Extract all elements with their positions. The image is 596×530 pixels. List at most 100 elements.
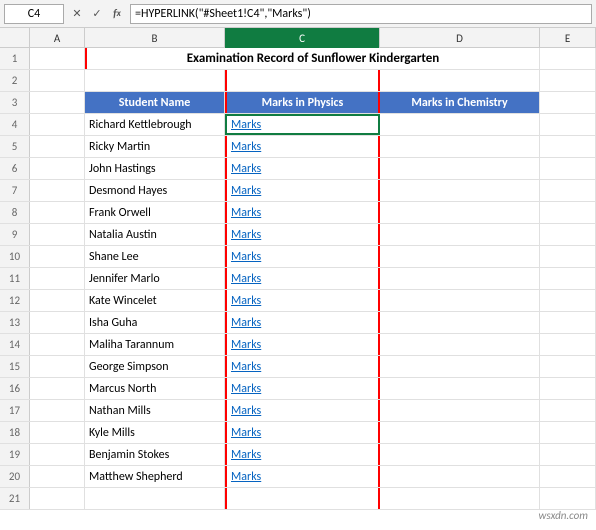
marks-link[interactable]: Marks bbox=[231, 470, 261, 484]
col-header-c[interactable]: C bbox=[225, 28, 380, 48]
cell-c-8[interactable]: Marks bbox=[225, 202, 380, 223]
cell-e-3[interactable] bbox=[540, 92, 596, 113]
cell-e-19[interactable] bbox=[540, 444, 596, 465]
cell-c-19[interactable]: Marks bbox=[225, 444, 380, 465]
marks-link[interactable]: Marks bbox=[231, 448, 261, 462]
cell-d-5[interactable] bbox=[380, 136, 540, 157]
cell-e-17[interactable] bbox=[540, 400, 596, 421]
cell-c-5[interactable]: Marks bbox=[225, 136, 380, 157]
cell-c-11[interactable]: Marks bbox=[225, 268, 380, 289]
cell-reference-box[interactable]: C4 bbox=[4, 4, 64, 24]
cell-b-9[interactable]: Natalia Austin bbox=[85, 224, 225, 245]
formula-input[interactable]: =HYPERLINK("#Sheet1!C4","Marks") bbox=[130, 4, 592, 24]
cell-b-11[interactable]: Jennifer Marlo bbox=[85, 268, 225, 289]
cell-d-9[interactable] bbox=[380, 224, 540, 245]
cell-a-20[interactable] bbox=[30, 466, 85, 487]
cell-a-19[interactable] bbox=[30, 444, 85, 465]
cell-c-21[interactable] bbox=[225, 488, 380, 509]
cell-e-7[interactable] bbox=[540, 180, 596, 201]
cell-e-1[interactable] bbox=[540, 48, 596, 69]
cell-d-12[interactable] bbox=[380, 290, 540, 311]
marks-link[interactable]: Marks bbox=[231, 206, 261, 220]
cell-c-17[interactable]: Marks bbox=[225, 400, 380, 421]
cell-e-18[interactable] bbox=[540, 422, 596, 443]
cell-e-16[interactable] bbox=[540, 378, 596, 399]
cell-e-6[interactable] bbox=[540, 158, 596, 179]
marks-link[interactable]: Marks bbox=[231, 404, 261, 418]
cell-c-9[interactable]: Marks bbox=[225, 224, 380, 245]
cell-b-20[interactable]: Matthew Shepherd bbox=[85, 466, 225, 487]
col-header-e[interactable]: E bbox=[540, 28, 596, 48]
cell-b-14[interactable]: Maliha Tarannum bbox=[85, 334, 225, 355]
cell-c-16[interactable]: Marks bbox=[225, 378, 380, 399]
cell-d-2[interactable] bbox=[380, 70, 540, 91]
col-header-a[interactable]: A bbox=[30, 28, 85, 48]
marks-link[interactable]: Marks bbox=[231, 316, 261, 330]
cell-e-2[interactable] bbox=[540, 70, 596, 91]
cell-b-2[interactable] bbox=[85, 70, 225, 91]
cell-b-18[interactable]: Kyle Mills bbox=[85, 422, 225, 443]
cell-b-10[interactable]: Shane Lee bbox=[85, 246, 225, 267]
cell-b-8[interactable]: Frank Orwell bbox=[85, 202, 225, 223]
confirm-icon[interactable]: ✓ bbox=[88, 5, 106, 23]
marks-link[interactable]: Marks bbox=[231, 250, 261, 264]
cell-d-17[interactable] bbox=[380, 400, 540, 421]
cell-b-5[interactable]: Ricky Martin bbox=[85, 136, 225, 157]
cell-a-12[interactable] bbox=[30, 290, 85, 311]
cell-b-17[interactable]: Nathan Mills bbox=[85, 400, 225, 421]
marks-link[interactable]: Marks bbox=[231, 228, 261, 242]
marks-link[interactable]: Marks bbox=[231, 360, 261, 374]
cell-e-8[interactable] bbox=[540, 202, 596, 223]
cell-d-21[interactable] bbox=[380, 488, 540, 509]
cell-d-11[interactable] bbox=[380, 268, 540, 289]
cell-e-5[interactable] bbox=[540, 136, 596, 157]
cancel-icon[interactable]: ✕ bbox=[68, 5, 86, 23]
cell-b-4[interactable]: Richard Kettlebrough bbox=[85, 114, 225, 135]
cell-d-8[interactable] bbox=[380, 202, 540, 223]
marks-link[interactable]: Marks bbox=[231, 118, 261, 132]
cell-d-15[interactable] bbox=[380, 356, 540, 377]
marks-link[interactable]: Marks bbox=[231, 294, 261, 308]
cell-d-18[interactable] bbox=[380, 422, 540, 443]
cell-b-12[interactable]: Kate Wincelet bbox=[85, 290, 225, 311]
cell-a-3[interactable] bbox=[30, 92, 85, 113]
marks-link[interactable]: Marks bbox=[231, 338, 261, 352]
cell-a-2[interactable] bbox=[30, 70, 85, 91]
cell-d-6[interactable] bbox=[380, 158, 540, 179]
cell-c-12[interactable]: Marks bbox=[225, 290, 380, 311]
cell-a-7[interactable] bbox=[30, 180, 85, 201]
cell-a-1[interactable] bbox=[30, 48, 85, 69]
cell-e-4[interactable] bbox=[540, 114, 596, 135]
cell-d-10[interactable] bbox=[380, 246, 540, 267]
cell-e-15[interactable] bbox=[540, 356, 596, 377]
cell-c-2[interactable] bbox=[225, 70, 380, 91]
cell-b-13[interactable]: Isha Guha bbox=[85, 312, 225, 333]
cell-b-6[interactable]: John Hastings bbox=[85, 158, 225, 179]
cell-e-14[interactable] bbox=[540, 334, 596, 355]
marks-link[interactable]: Marks bbox=[231, 272, 261, 286]
cell-a-18[interactable] bbox=[30, 422, 85, 443]
cell-d-7[interactable] bbox=[380, 180, 540, 201]
cell-e-12[interactable] bbox=[540, 290, 596, 311]
cell-b-15[interactable]: George Simpson bbox=[85, 356, 225, 377]
cell-d-20[interactable] bbox=[380, 466, 540, 487]
cell-e-20[interactable] bbox=[540, 466, 596, 487]
cell-e-13[interactable] bbox=[540, 312, 596, 333]
cell-d-19[interactable] bbox=[380, 444, 540, 465]
cell-b-7[interactable]: Desmond Hayes bbox=[85, 180, 225, 201]
cell-c-20[interactable]: Marks bbox=[225, 466, 380, 487]
cell-b-21[interactable] bbox=[85, 488, 225, 509]
cell-e-11[interactable] bbox=[540, 268, 596, 289]
cell-a-10[interactable] bbox=[30, 246, 85, 267]
cell-a-11[interactable] bbox=[30, 268, 85, 289]
cell-c-18[interactable]: Marks bbox=[225, 422, 380, 443]
cell-d-4[interactable] bbox=[380, 114, 540, 135]
col-header-d[interactable]: D bbox=[380, 28, 540, 48]
marks-link[interactable]: Marks bbox=[231, 140, 261, 154]
cell-a-15[interactable] bbox=[30, 356, 85, 377]
cell-a-14[interactable] bbox=[30, 334, 85, 355]
cell-a-6[interactable] bbox=[30, 158, 85, 179]
cell-c-14[interactable]: Marks bbox=[225, 334, 380, 355]
cell-c-6[interactable]: Marks bbox=[225, 158, 380, 179]
cell-d-16[interactable] bbox=[380, 378, 540, 399]
